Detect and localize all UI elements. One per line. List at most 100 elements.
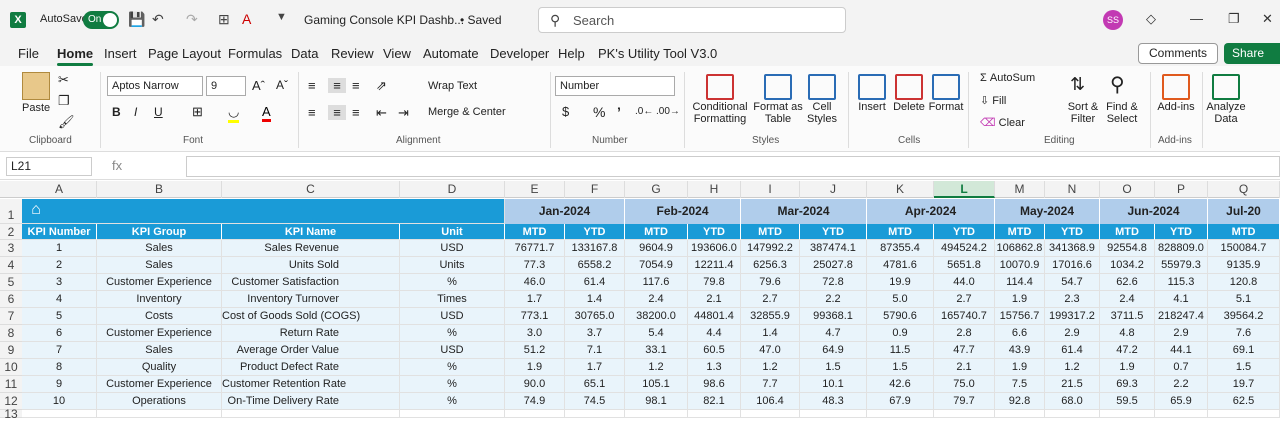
table-cell[interactable]: 15756.7 [995, 308, 1045, 325]
table-cell[interactable]: 5.4 [625, 325, 688, 342]
table-cell[interactable]: 10.1 [800, 376, 867, 393]
format-painter-icon[interactable]: 🖌 [58, 114, 75, 130]
table-cell[interactable]: Units Sold [222, 257, 400, 274]
table-cell[interactable]: 5.1 [1208, 291, 1280, 308]
table-cell[interactable]: 2.2 [800, 291, 867, 308]
table-cell[interactable]: 1034.2 [1100, 257, 1155, 274]
empty-cell[interactable] [222, 410, 400, 418]
cut-icon[interactable]: ✂ [58, 72, 69, 88]
empty-cell[interactable] [565, 410, 625, 418]
table-cell[interactable]: 74.9 [505, 393, 565, 410]
table-cell[interactable]: 99368.1 [800, 308, 867, 325]
table-cell[interactable]: 47.2 [1100, 342, 1155, 359]
table-cell[interactable]: Times [400, 291, 505, 308]
tab-insert[interactable]: Insert [104, 46, 137, 61]
table-cell[interactable]: 2.9 [1155, 325, 1208, 342]
table-cell[interactable]: 62.5 [1208, 393, 1280, 410]
column-header-n[interactable]: N [1045, 181, 1100, 198]
table-cell[interactable]: 4.4 [688, 325, 741, 342]
table-cell[interactable]: Customer Retention Rate [222, 376, 400, 393]
table-cell[interactable]: 1.7 [505, 291, 565, 308]
table-cell[interactable]: 1.5 [1208, 359, 1280, 376]
conditional-formatting-button[interactable]: Conditional Formatting [690, 101, 750, 125]
table-cell[interactable]: 5.0 [867, 291, 934, 308]
table-cell[interactable]: 2.9 [1045, 325, 1100, 342]
table-cell[interactable]: Return Rate [222, 325, 400, 342]
table-cell[interactable]: 105.1 [625, 376, 688, 393]
percent-icon[interactable]: % [593, 104, 605, 120]
increase-decimal-icon[interactable]: .0← [635, 106, 653, 117]
empty-cell[interactable] [1100, 410, 1155, 418]
row-header-5[interactable]: 5 [0, 274, 22, 291]
table-cell[interactable]: 114.4 [995, 274, 1045, 291]
table-cell[interactable]: 2.1 [688, 291, 741, 308]
table-cell[interactable]: 44801.4 [688, 308, 741, 325]
table-cell[interactable]: 65.9 [1155, 393, 1208, 410]
table-cell[interactable]: 19.7 [1208, 376, 1280, 393]
column-header-k[interactable]: K [867, 181, 934, 198]
table-cell[interactable]: 62.6 [1100, 274, 1155, 291]
table-cell[interactable]: 10070.9 [995, 257, 1045, 274]
column-header-o[interactable]: O [1100, 181, 1155, 198]
table-cell[interactable]: 1.4 [741, 325, 800, 342]
table-cell[interactable]: 82.1 [688, 393, 741, 410]
saved-status[interactable]: • Saved [460, 13, 502, 27]
table-cell[interactable]: 9 [22, 376, 97, 393]
tab-utility-tool[interactable]: PK's Utility Tool V3.0 [598, 46, 717, 61]
table-cell[interactable]: 46.0 [505, 274, 565, 291]
currency-icon[interactable]: $ [562, 104, 569, 119]
insert-cells-icon[interactable] [858, 74, 886, 100]
row-header-7[interactable]: 7 [0, 308, 22, 325]
empty-cell[interactable] [1155, 410, 1208, 418]
fill-button[interactable]: ⇩ Fill [980, 94, 1006, 107]
minimize-icon[interactable]: — [1190, 11, 1203, 26]
cell-styles-button[interactable]: Cell Styles [800, 101, 844, 125]
empty-cell[interactable] [800, 410, 867, 418]
table-cell[interactable]: 44.0 [934, 274, 995, 291]
empty-cell[interactable] [97, 410, 222, 418]
table-cell[interactable]: 4.1 [1155, 291, 1208, 308]
table-cell[interactable]: 106862.8 [995, 240, 1045, 257]
diamond-icon[interactable]: ◇ [1146, 11, 1156, 27]
row-header-1[interactable]: 1 [0, 199, 22, 224]
table-cell[interactable]: 2.7 [934, 291, 995, 308]
table-cell[interactable]: Inventory Turnover [222, 291, 400, 308]
underline-icon[interactable]: U [154, 105, 163, 119]
table-cell[interactable]: 77.3 [505, 257, 565, 274]
table-cell[interactable]: Operations [97, 393, 222, 410]
table-cell[interactable]: 30765.0 [565, 308, 625, 325]
table-cell[interactable]: 2.7 [741, 291, 800, 308]
empty-cell[interactable] [688, 410, 741, 418]
tab-developer[interactable]: Developer [490, 46, 549, 61]
table-cell[interactable]: 1.9 [995, 359, 1045, 376]
find-select-icon[interactable]: ⚲ [1110, 72, 1125, 97]
row-header-4[interactable]: 4 [0, 257, 22, 274]
restore-icon[interactable]: ❐ [1228, 11, 1240, 27]
table-cell[interactable]: 98.6 [688, 376, 741, 393]
table-cell[interactable]: 12211.4 [688, 257, 741, 274]
table-cell[interactable]: % [400, 393, 505, 410]
table-cell[interactable]: Units [400, 257, 505, 274]
table-cell[interactable]: 3 [22, 274, 97, 291]
table-cell[interactable]: On-Time Delivery Rate [222, 393, 400, 410]
font-color-icon[interactable]: A [242, 11, 251, 27]
bold-icon[interactable]: B [112, 105, 121, 119]
table-cell[interactable]: 6558.2 [565, 257, 625, 274]
home-icon[interactable]: ⌂ [26, 200, 46, 220]
table-cell[interactable]: USD [400, 342, 505, 359]
close-icon[interactable]: ✕ [1262, 11, 1273, 27]
table-cell[interactable]: 42.6 [867, 376, 934, 393]
table-cell[interactable]: 67.9 [867, 393, 934, 410]
table-cell[interactable]: 21.5 [1045, 376, 1100, 393]
table-cell[interactable]: 76771.7 [505, 240, 565, 257]
table-cell[interactable]: 1.5 [800, 359, 867, 376]
row-header-3[interactable]: 3 [0, 240, 22, 257]
table-cell[interactable]: 79.7 [934, 393, 995, 410]
shrink-font-icon[interactable]: Aˇ [276, 78, 288, 92]
table-cell[interactable]: 7 [22, 342, 97, 359]
redo-icon[interactable]: ↷ [186, 11, 198, 28]
autosum-button[interactable]: Σ AutoSum [980, 72, 1035, 84]
tab-help[interactable]: Help [558, 46, 585, 61]
table-cell[interactable]: 43.9 [995, 342, 1045, 359]
table-cell[interactable]: 2 [22, 257, 97, 274]
